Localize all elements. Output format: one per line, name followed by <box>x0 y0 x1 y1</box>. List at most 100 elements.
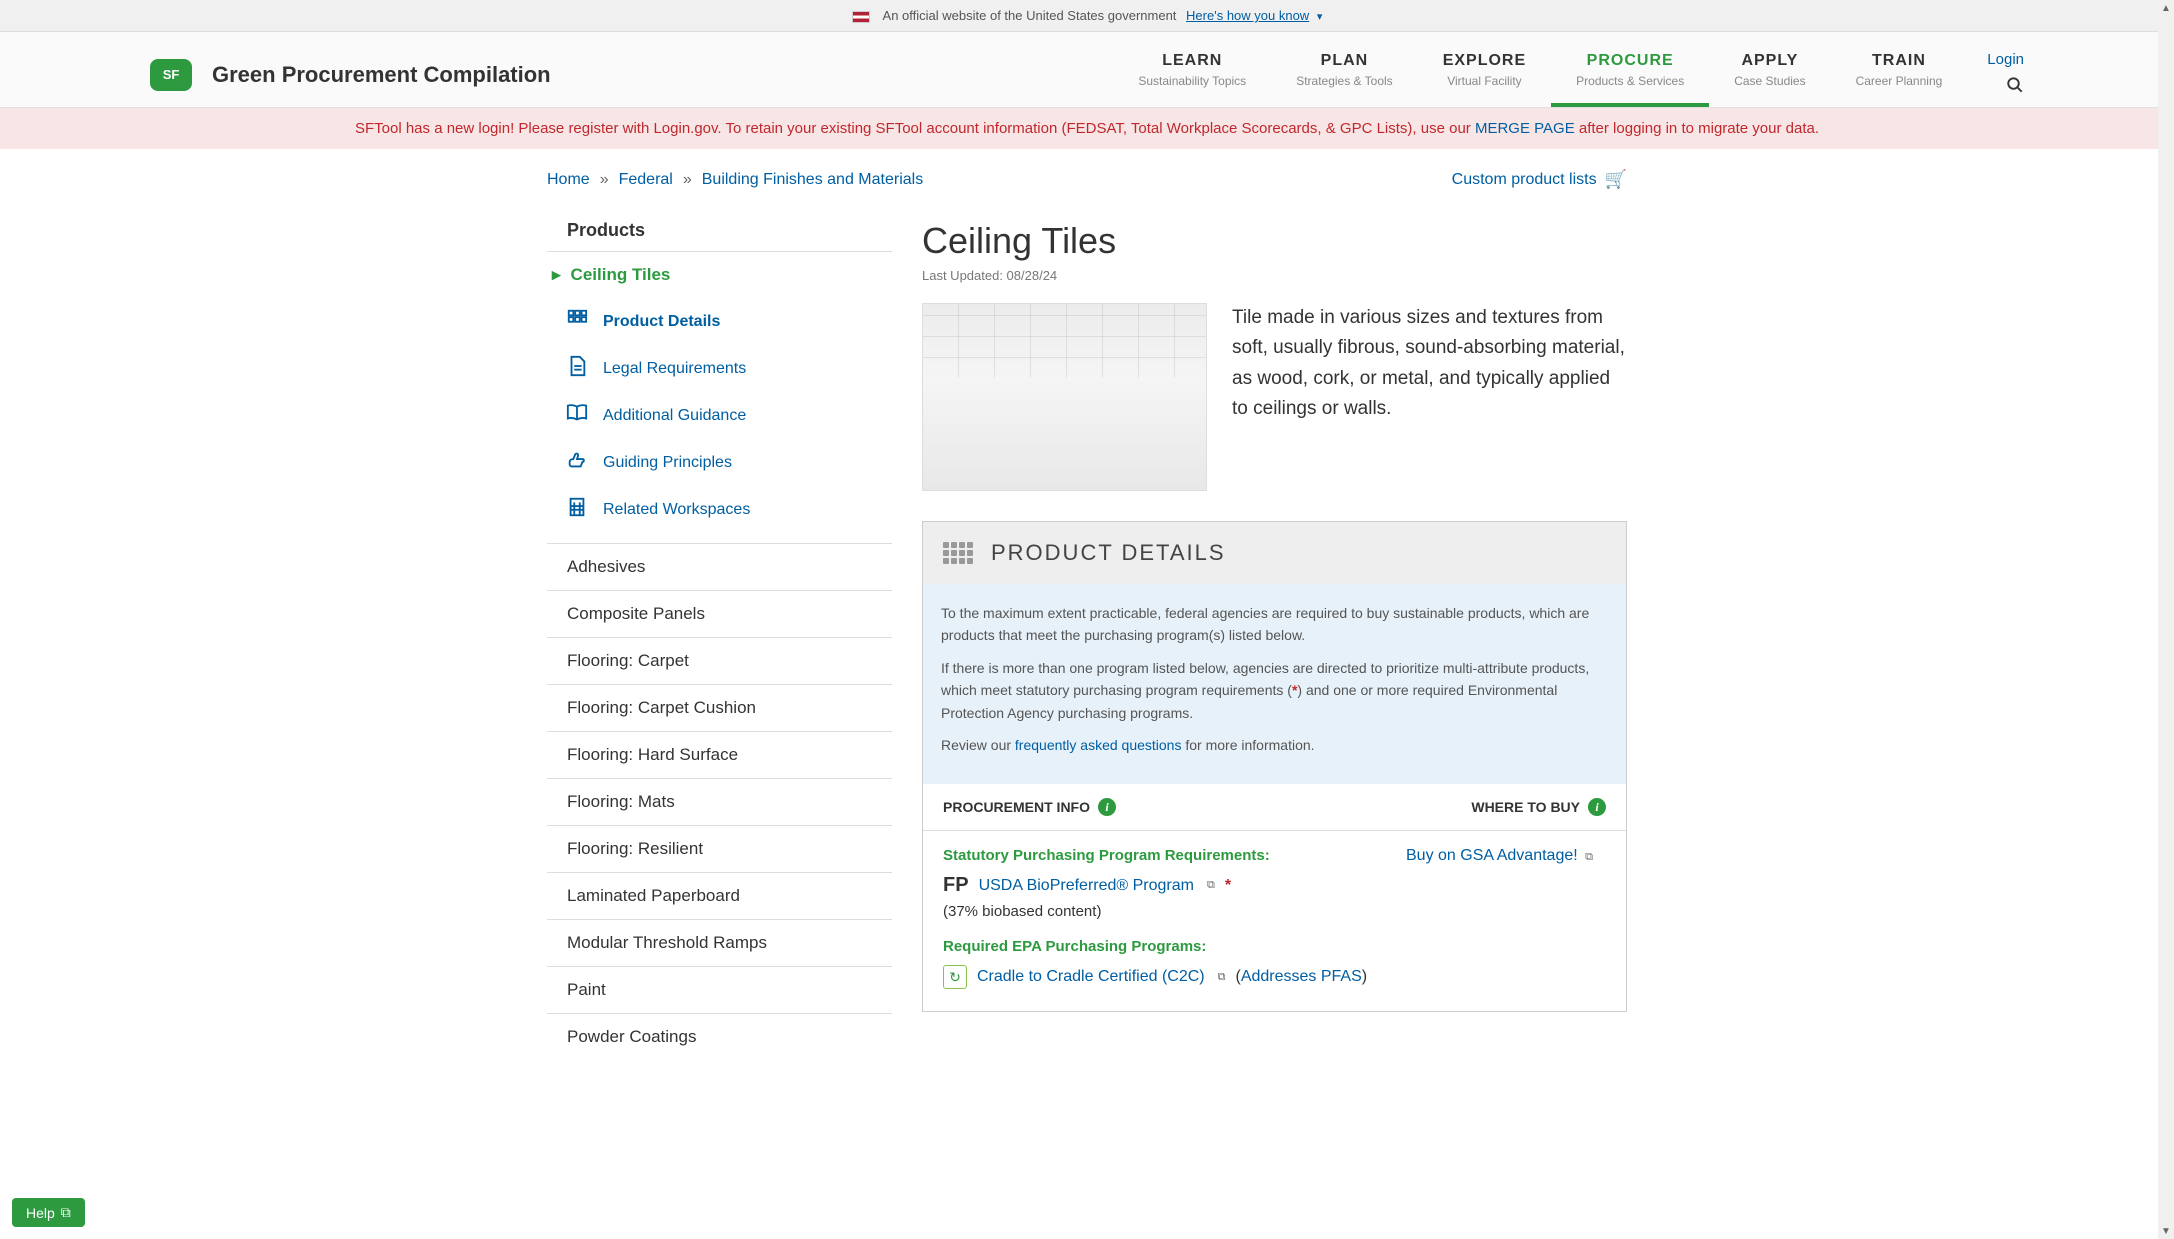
header-right: Login <box>1987 51 2024 99</box>
subnav-product-details[interactable]: Product Details <box>547 298 892 345</box>
chevron-down-icon: ▾ <box>1317 11 1323 23</box>
main-nav: LEARN Sustainability Topics PLAN Strateg… <box>1113 42 1967 107</box>
alert-post: after logging in to migrate your data. <box>1575 120 1819 137</box>
sidebar-item[interactable]: Flooring: Hard Surface <box>547 731 892 778</box>
buy-gsa-link[interactable]: Buy on GSA Advantage! ⧉ <box>1406 847 1593 864</box>
subnav-legal-requirements[interactable]: Legal Requirements <box>547 345 892 392</box>
sidebar-item[interactable]: Flooring: Carpet <box>547 637 892 684</box>
last-updated: Last Updated: 08/28/24 <box>922 268 1627 283</box>
alert-bar: SFTool has a new login! Please register … <box>0 108 2174 149</box>
sidebar-heading: Products <box>547 220 892 251</box>
breadcrumb-sep: » <box>683 171 692 189</box>
biobased-content: (37% biobased content) <box>943 903 1406 920</box>
building-icon <box>565 496 589 523</box>
nav-plan[interactable]: PLAN Strategies & Tools <box>1271 42 1418 107</box>
gov-banner: An official website of the United States… <box>0 0 2174 32</box>
header: SF Green Procurement Compilation LEARN S… <box>0 32 2174 108</box>
statutory-heading: Statutory Purchasing Program Requirement… <box>943 847 1406 864</box>
custom-product-lists-link[interactable]: Custom product lists 🛒 <box>1452 169 1627 190</box>
sidebar-item[interactable]: Paint <box>547 966 892 1013</box>
detail-title: PRODUCT DETAILS <box>991 540 1226 566</box>
info-blurb: To the maximum extent practicable, feder… <box>923 584 1626 784</box>
external-link-icon: ⧉ <box>61 1204 71 1221</box>
scroll-up-icon[interactable]: ▲ <box>2158 0 2174 16</box>
page-title: Ceiling Tiles <box>922 220 1627 262</box>
detail-left: Statutory Purchasing Program Requirement… <box>943 847 1406 995</box>
biopreferred-link[interactable]: USDA BioPreferred® Program <box>979 877 1194 895</box>
c2c-link[interactable]: Cradle to Cradle Certified (C2C) <box>977 968 1205 986</box>
scroll-down-icon[interactable]: ▼ <box>2158 1223 2174 1239</box>
nav-explore[interactable]: EXPLORE Virtual Facility <box>1418 42 1551 107</box>
pfas-link[interactable]: Addresses PFAS <box>1241 968 1362 985</box>
help-button[interactable]: Help ⧉ <box>12 1198 85 1227</box>
sidebar-item[interactable]: Flooring: Resilient <box>547 825 892 872</box>
info-icon[interactable]: i <box>1588 798 1606 816</box>
hero-row: Tile made in various sizes and textures … <box>922 303 1627 491</box>
nav-learn[interactable]: LEARN Sustainability Topics <box>1113 42 1271 107</box>
product-description: Tile made in various sizes and textures … <box>1232 303 1627 491</box>
document-icon <box>565 355 589 382</box>
info-icon[interactable]: i <box>1098 798 1116 816</box>
blurb-1: To the maximum extent practicable, feder… <box>941 602 1608 647</box>
book-icon <box>565 402 589 429</box>
sidebar-item[interactable]: Adhesives <box>547 543 892 590</box>
subnav-related-workspaces[interactable]: Related Workspaces <box>547 486 892 533</box>
sidebar-item[interactable]: Composite Panels <box>547 590 892 637</box>
product-image <box>922 303 1207 491</box>
product-details-box: PRODUCT DETAILS To the maximum extent pr… <box>922 521 1627 1012</box>
required-star-icon: * <box>1225 877 1231 895</box>
detail-column-headers: PROCUREMENT INFO i WHERE TO BUY i <box>923 784 1626 831</box>
nav-apply[interactable]: APPLY Case Studies <box>1709 42 1830 107</box>
cart-icon: 🛒 <box>1605 169 1627 190</box>
site-title[interactable]: Green Procurement Compilation <box>212 62 551 88</box>
detail-header: PRODUCT DETAILS <box>923 522 1626 584</box>
layout: Products Ceiling Tiles Product Details L… <box>547 220 1627 1060</box>
search-button[interactable] <box>2006 76 2024 99</box>
col-procurement-info: PROCUREMENT INFO i <box>943 798 1116 816</box>
external-link-icon: ⧉ <box>1207 879 1215 892</box>
detail-body: Statutory Purchasing Program Requirement… <box>923 831 1626 1011</box>
sidebar-item[interactable]: Flooring: Mats <box>547 778 892 825</box>
logo-icon[interactable]: SF <box>150 59 192 91</box>
alert-merge-link[interactable]: MERGE PAGE <box>1475 120 1575 137</box>
sidebar-item[interactable]: Flooring: Carpet Cushion <box>547 684 892 731</box>
breadcrumb-federal[interactable]: Federal <box>619 171 673 189</box>
external-link-icon: ⧉ <box>1218 971 1226 984</box>
content: Home » Federal » Building Finishes and M… <box>537 169 1637 1060</box>
epa-heading: Required EPA Purchasing Programs: <box>943 938 1406 955</box>
sidebar: Products Ceiling Tiles Product Details L… <box>547 220 892 1060</box>
detail-right: Buy on GSA Advantage! ⧉ <box>1406 847 1606 995</box>
sidebar-item-active[interactable]: Ceiling Tiles <box>547 251 892 298</box>
faq-link[interactable]: frequently asked questions <box>1015 737 1182 753</box>
breadcrumbs: Home » Federal » Building Finishes and M… <box>547 169 1627 190</box>
subnav-additional-guidance[interactable]: Additional Guidance <box>547 392 892 439</box>
nav-train[interactable]: TRAIN Career Planning <box>1831 42 1968 107</box>
c2c-badge-icon: ↻ <box>943 965 967 989</box>
breadcrumb-category[interactable]: Building Finishes and Materials <box>702 171 923 189</box>
sidebar-subnav: Product Details Legal Requirements Addit… <box>547 298 892 533</box>
alert-pre: SFTool has a new login! Please register … <box>355 120 1475 137</box>
logo-area: SF Green Procurement Compilation <box>150 59 551 91</box>
sidebar-list: Ceiling Tiles Product Details Legal Requ… <box>547 251 892 1060</box>
nav-procure[interactable]: PROCURE Products & Services <box>1551 42 1709 107</box>
breadcrumb-sep: » <box>600 171 609 189</box>
us-flag-icon <box>852 11 870 23</box>
col-where-to-buy: WHERE TO BUY i <box>1471 798 1606 816</box>
subnav-guiding-principles[interactable]: Guiding Principles <box>547 439 892 486</box>
hand-icon <box>565 449 589 476</box>
breadcrumb-home[interactable]: Home <box>547 171 590 189</box>
scrollbar[interactable]: ▲ ▼ <box>2158 0 2174 1239</box>
program-row-c2c: ↻ Cradle to Cradle Certified (C2C) ⧉ (Ad… <box>943 965 1406 989</box>
sidebar-item[interactable]: Laminated Paperboard <box>547 872 892 919</box>
fp-badge-icon: FP <box>943 874 969 897</box>
main: Ceiling Tiles Last Updated: 08/28/24 Til… <box>922 220 1627 1060</box>
gov-banner-text: An official website of the United States… <box>883 8 1177 23</box>
login-link[interactable]: Login <box>1987 51 2024 68</box>
sidebar-item[interactable]: Modular Threshold Ramps <box>547 919 892 966</box>
grid-icon <box>943 542 973 564</box>
search-icon <box>2006 76 2024 94</box>
program-row-biopreferred: FP USDA BioPreferred® Program ⧉ * <box>943 874 1406 897</box>
sidebar-item[interactable]: Powder Coatings <box>547 1013 892 1060</box>
gov-banner-link[interactable]: Here's how you know <box>1186 8 1309 23</box>
blurb-3: Review our frequently asked questions fo… <box>941 734 1608 756</box>
